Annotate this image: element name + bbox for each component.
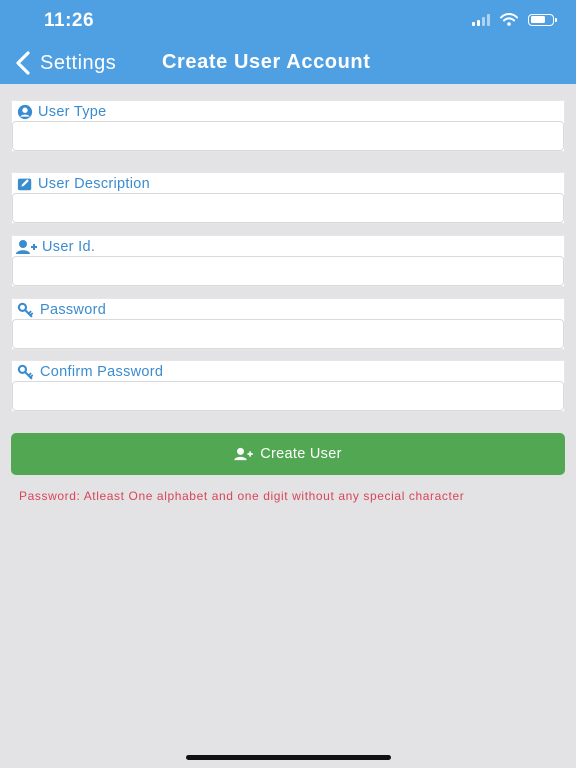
user-description-field-group: User Description: [11, 172, 565, 224]
status-icons: [472, 13, 557, 26]
confirm-password-field-group: Confirm Password: [11, 360, 565, 412]
user-description-label-row: User Description: [16, 175, 150, 193]
create-user-label: Create User: [260, 446, 342, 462]
app-header: 11:26 Settings Create User Account: [0, 0, 576, 84]
page-title: Create User Account: [162, 51, 371, 73]
user-id-input[interactable]: [12, 256, 564, 286]
chevron-left-icon: [16, 51, 30, 75]
user-description-label: User Description: [38, 176, 150, 192]
home-indicator[interactable]: [186, 755, 391, 760]
user-type-input[interactable]: [12, 121, 564, 151]
status-time: 11:26: [44, 10, 95, 31]
user-type-label: User Type: [38, 104, 107, 120]
wifi-icon: [500, 13, 518, 26]
pencil-square-icon: [17, 178, 32, 191]
user-circle-icon: [17, 104, 33, 120]
confirm-password-label: Confirm Password: [40, 364, 164, 380]
password-label: Password: [40, 302, 107, 318]
user-type-label-row: User Type: [16, 103, 107, 121]
user-type-field-group: User Type: [11, 100, 565, 152]
key-icon: [17, 302, 34, 318]
user-id-field-group: User Id.: [11, 235, 565, 287]
cellular-signal-icon: [472, 13, 490, 26]
confirm-password-input[interactable]: [12, 381, 564, 411]
user-plus-icon: [16, 240, 37, 254]
back-button[interactable]: Settings: [12, 48, 116, 78]
battery-icon: [528, 13, 557, 26]
user-id-label: User Id.: [42, 239, 96, 255]
nav-bar: Settings Create User Account: [0, 44, 576, 82]
key-icon: [17, 364, 34, 380]
create-user-button[interactable]: Create User: [11, 433, 565, 475]
confirm-password-label-row: Confirm Password: [16, 363, 163, 381]
password-field-group: Password: [11, 298, 565, 350]
password-label-row: Password: [16, 301, 106, 319]
status-bar: 11:26: [0, 0, 576, 40]
user-plus-icon: [234, 447, 254, 461]
password-hint: Password: Atleast One alphabet and one d…: [19, 489, 465, 503]
user-description-input[interactable]: [12, 193, 564, 223]
user-id-label-row: User Id.: [16, 238, 95, 256]
password-input[interactable]: [12, 319, 564, 349]
back-label: Settings: [40, 51, 117, 74]
